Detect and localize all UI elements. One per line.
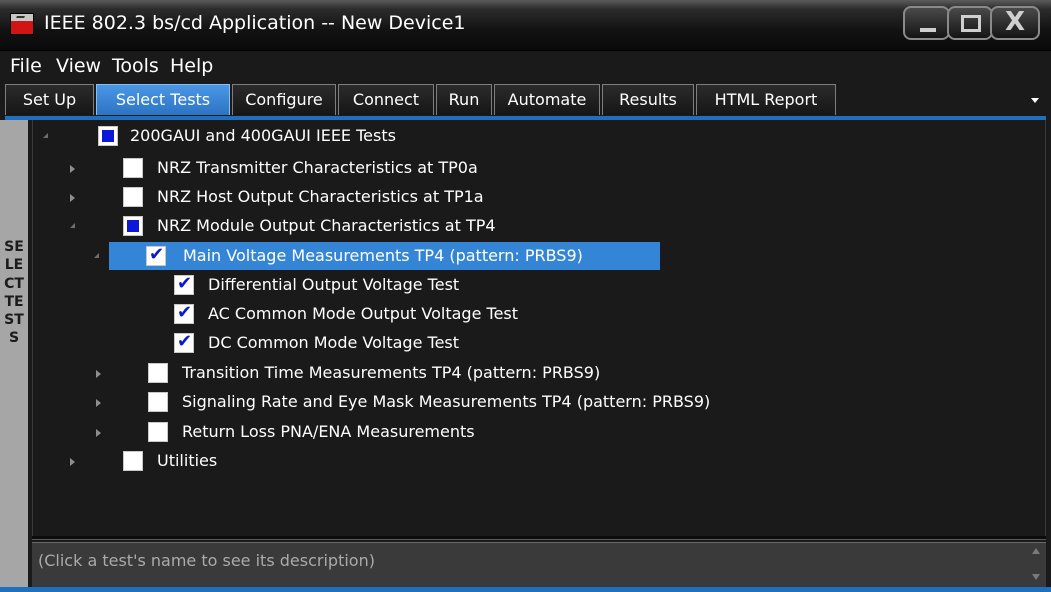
checkbox[interactable] bbox=[174, 302, 194, 324]
tab-configure[interactable]: Configure bbox=[232, 84, 336, 115]
side-label-text: SELECT TESTS bbox=[4, 239, 24, 347]
tree-row-selected[interactable]: Main Voltage Measurements TP4 (pattern: … bbox=[94, 244, 660, 272]
tab-connect[interactable]: Connect bbox=[338, 84, 434, 115]
tree-row[interactable]: NRZ Transmitter Characteristics at TP0a bbox=[70, 156, 1040, 184]
collapsed-icon[interactable] bbox=[70, 165, 75, 173]
tree-label[interactable]: Return Loss PNA/ENA Measurements bbox=[182, 422, 475, 441]
minimize-button[interactable] bbox=[903, 6, 950, 40]
tab-run[interactable]: Run bbox=[436, 84, 492, 115]
checkbox[interactable] bbox=[123, 216, 143, 236]
minimize-icon bbox=[920, 28, 936, 32]
tree-row[interactable]: AC Common Mode Output Voltage Test bbox=[174, 302, 1034, 330]
bottom-border bbox=[0, 587, 1051, 592]
window-title: IEEE 802.3 bs/cd Application -- New Devi… bbox=[44, 12, 466, 34]
tree-row[interactable]: Differential Output Voltage Test bbox=[174, 273, 1034, 301]
maximize-icon bbox=[961, 15, 981, 32]
tree-row[interactable]: DC Common Mode Voltage Test bbox=[174, 331, 1034, 359]
tree-row[interactable]: Return Loss PNA/ENA Measurements bbox=[96, 420, 1036, 448]
close-icon: X bbox=[1004, 7, 1026, 37]
side-label-panel: SELECT TESTS bbox=[0, 120, 28, 592]
expanded-icon[interactable] bbox=[43, 133, 48, 138]
tree-label[interactable]: Utilities bbox=[157, 451, 217, 470]
tree-row[interactable]: 200GAUI and 400GAUI IEEE Tests bbox=[43, 124, 1043, 152]
tree-label[interactable]: Transition Time Measurements TP4 (patter… bbox=[182, 363, 600, 382]
tab-html-report[interactable]: HTML Report bbox=[696, 84, 836, 115]
expanded-icon[interactable] bbox=[70, 223, 75, 228]
description-panel: (Click a test's name to see its descript… bbox=[32, 542, 1046, 587]
tree-label[interactable]: Differential Output Voltage Test bbox=[208, 275, 459, 294]
tree-row[interactable]: NRZ Module Output Characteristics at TP4 bbox=[70, 214, 1040, 242]
menu-tools[interactable]: Tools bbox=[112, 55, 159, 77]
application-window: IEEE 802.3 bs/cd Application -- New Devi… bbox=[0, 0, 1051, 592]
collapsed-icon[interactable] bbox=[70, 194, 75, 202]
tree-divider bbox=[32, 536, 1046, 540]
tree-label[interactable]: 200GAUI and 400GAUI IEEE Tests bbox=[130, 126, 396, 145]
tab-bar: Set Up Select Tests Configure Connect Ru… bbox=[0, 83, 1051, 117]
checkbox[interactable] bbox=[123, 451, 143, 471]
tree-row[interactable]: NRZ Host Output Characteristics at TP1a bbox=[70, 185, 1040, 213]
menu-bar: File View Tools Help bbox=[0, 51, 1051, 83]
tree-label[interactable]: NRZ Host Output Characteristics at TP1a bbox=[157, 187, 484, 206]
collapsed-icon[interactable] bbox=[96, 429, 101, 437]
tree-label[interactable]: NRZ Transmitter Characteristics at TP0a bbox=[157, 158, 478, 177]
tab-set-up[interactable]: Set Up bbox=[5, 84, 94, 115]
description-text: (Click a test's name to see its descript… bbox=[38, 551, 375, 570]
collapsed-icon[interactable] bbox=[96, 399, 101, 407]
menu-file[interactable]: File bbox=[10, 55, 42, 77]
tab-results[interactable]: Results bbox=[602, 84, 694, 115]
checkbox[interactable] bbox=[146, 244, 166, 266]
scroll-up-icon[interactable] bbox=[1032, 548, 1040, 554]
collapsed-icon[interactable] bbox=[96, 370, 101, 378]
tab-automate[interactable]: Automate bbox=[494, 84, 600, 115]
tree-row[interactable]: Transition Time Measurements TP4 (patter… bbox=[96, 361, 1036, 389]
checkbox[interactable] bbox=[148, 363, 168, 383]
checkbox[interactable] bbox=[123, 187, 143, 207]
tree-label[interactable]: AC Common Mode Output Voltage Test bbox=[208, 304, 518, 323]
maximize-button[interactable] bbox=[947, 6, 993, 40]
expanded-icon[interactable] bbox=[94, 253, 99, 258]
tree-label[interactable]: NRZ Module Output Characteristics at TP4 bbox=[157, 216, 496, 235]
tree-label[interactable]: Signaling Rate and Eye Mask Measurements… bbox=[182, 392, 710, 411]
tree-row[interactable]: Utilities bbox=[70, 449, 1040, 477]
menu-help[interactable]: Help bbox=[170, 55, 213, 77]
checkbox[interactable] bbox=[148, 422, 168, 442]
checkbox[interactable] bbox=[123, 158, 143, 178]
chevron-down-icon[interactable] bbox=[1031, 98, 1039, 103]
tab-select-tests[interactable]: Select Tests bbox=[96, 84, 230, 115]
tree-row[interactable]: Signaling Rate and Eye Mask Measurements… bbox=[96, 390, 1036, 418]
title-bar[interactable]: IEEE 802.3 bs/cd Application -- New Devi… bbox=[0, 0, 1051, 51]
tree-label[interactable]: Main Voltage Measurements TP4 (pattern: … bbox=[183, 246, 583, 265]
checkbox[interactable] bbox=[98, 126, 118, 146]
scroll-down-icon[interactable] bbox=[1032, 574, 1040, 580]
close-button[interactable]: X bbox=[990, 6, 1040, 40]
checkbox[interactable] bbox=[148, 392, 168, 412]
checkbox[interactable] bbox=[174, 331, 194, 353]
checkbox[interactable] bbox=[174, 273, 194, 295]
collapsed-icon[interactable] bbox=[70, 458, 75, 466]
tree-label[interactable]: DC Common Mode Voltage Test bbox=[208, 333, 459, 352]
menu-view[interactable]: View bbox=[56, 55, 101, 77]
app-icon bbox=[10, 13, 34, 35]
